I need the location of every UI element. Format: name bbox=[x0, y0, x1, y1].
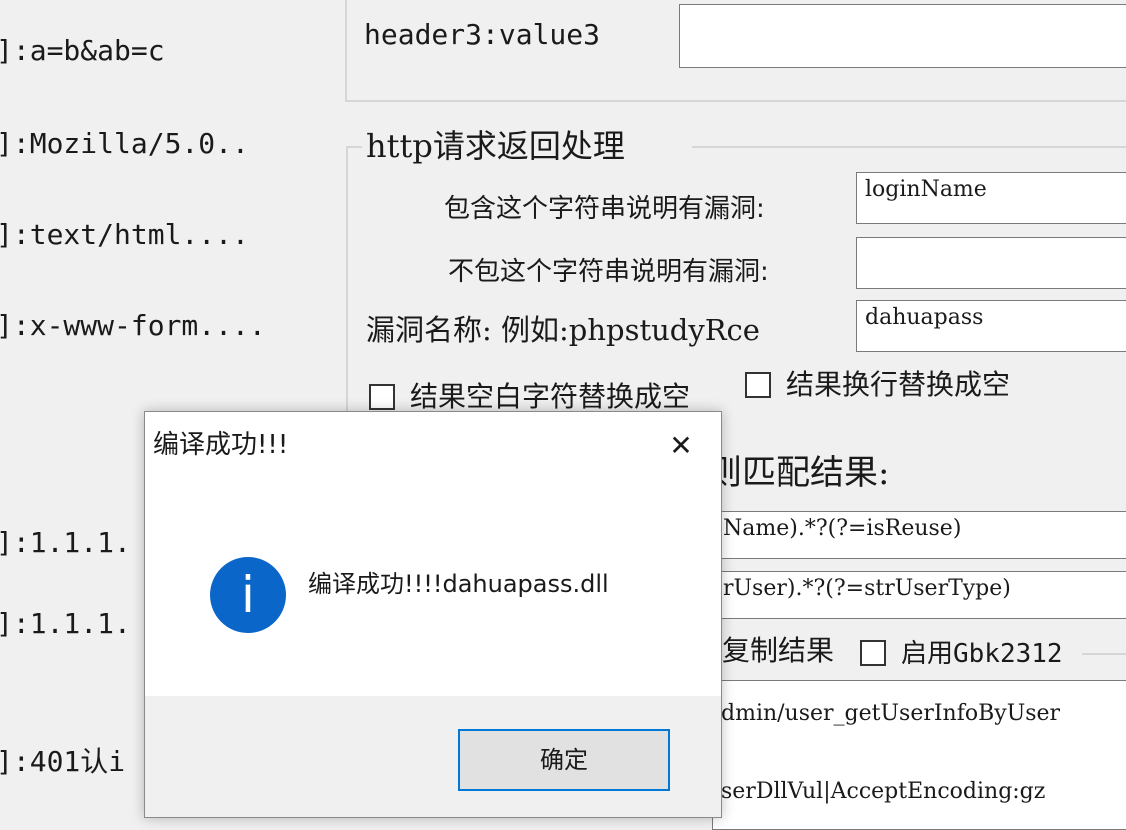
contains-input[interactable]: loginName bbox=[856, 172, 1126, 224]
vuln-name-label: 漏洞名称: 例如:phpstudyRce bbox=[366, 313, 760, 347]
info-icon: i bbox=[210, 557, 286, 633]
contains-label: 包含这个字符串说明有漏洞: bbox=[444, 194, 765, 224]
compile-success-dialog: 编译成功!!! ✕ i 编译成功!!!!dahuapass.dll 确定 bbox=[144, 411, 722, 818]
replace-blank-label: 结果空白字符替换成空 bbox=[410, 380, 691, 413]
vuln-name-input[interactable]: dahuapass bbox=[856, 300, 1126, 352]
dialog-title: 编译成功!!! bbox=[153, 430, 289, 460]
gbk-checkbox[interactable] bbox=[860, 640, 886, 666]
request-textarea[interactable]: dmin/user_getUserInfoByUser serDllVul|Ac… bbox=[712, 680, 1126, 830]
info-glyph: i bbox=[241, 566, 255, 624]
header3-label: header3:value3 bbox=[364, 18, 601, 51]
gbk-label: 启用Gbk2312 bbox=[901, 639, 1063, 669]
dialog-message: 编译成功!!!!dahuapass.dll bbox=[308, 570, 609, 598]
left-label-7: ]:401认i bbox=[0, 745, 126, 778]
gbk-separator bbox=[1082, 653, 1126, 655]
response-group-top-border-left bbox=[346, 146, 362, 148]
left-label-1: ]:a=b&ab=c bbox=[0, 34, 165, 67]
close-icon[interactable]: ✕ bbox=[657, 422, 705, 470]
left-label-5: ]:1.1.1. bbox=[0, 526, 131, 559]
not-contains-input[interactable] bbox=[856, 237, 1126, 289]
left-label-3: ]:text/html.... bbox=[0, 218, 249, 251]
left-label-4: ]:x-www-form.... bbox=[0, 309, 266, 342]
not-contains-label: 不包这个字符串说明有漏洞: bbox=[448, 257, 769, 287]
left-label-2: ]:Mozilla/5.0.. bbox=[0, 127, 249, 160]
left-label-6: ]:1.1.1. bbox=[0, 607, 131, 640]
response-group-top-border-right bbox=[692, 146, 1126, 148]
request-line-1: dmin/user_getUserInfoByUser bbox=[721, 701, 1061, 726]
replace-newline-checkbox[interactable] bbox=[745, 372, 771, 398]
regex-input-1[interactable]: Name).*?(?=isReuse) bbox=[712, 511, 1126, 559]
request-line-2: serDllVul|AcceptEncoding:gz bbox=[721, 779, 1046, 804]
copy-result-label: 复制结果 bbox=[722, 634, 835, 667]
header-group-left-border bbox=[345, 0, 347, 102]
response-group-left-border bbox=[346, 146, 348, 416]
regex-input-2[interactable]: rUser).*?(?=strUserType) bbox=[712, 571, 1126, 619]
regex-group-title: 则匹配结果: bbox=[708, 453, 890, 493]
header3-input[interactable] bbox=[679, 4, 1126, 68]
response-group-title: http请求返回处理 bbox=[366, 127, 625, 165]
replace-blank-checkbox[interactable] bbox=[369, 384, 395, 410]
header-group-bottom-border bbox=[345, 100, 1126, 102]
replace-newline-label: 结果换行替换成空 bbox=[786, 368, 1011, 401]
ok-button[interactable]: 确定 bbox=[458, 729, 670, 791]
